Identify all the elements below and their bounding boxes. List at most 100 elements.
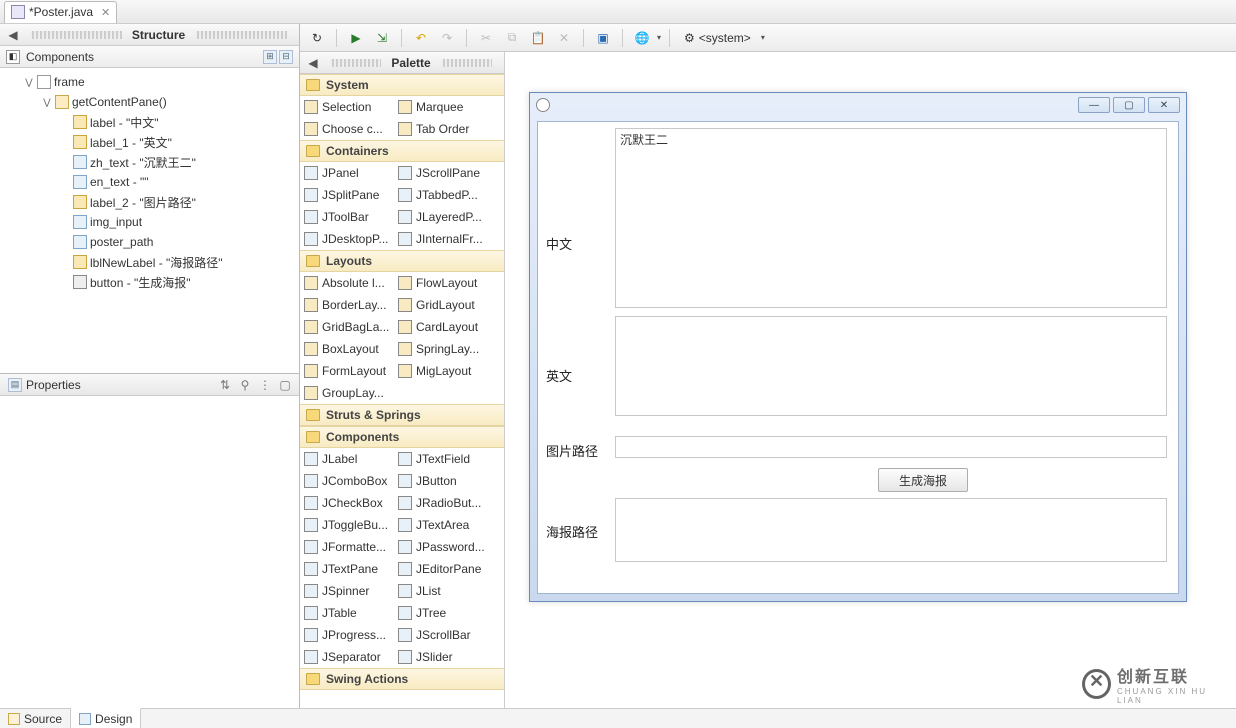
palette-item[interactable]: JScrollBar <box>394 624 488 646</box>
content-pane[interactable]: 沉默王二 中文 英文 图片路径 生成海报 海报路径 <box>537 121 1179 594</box>
palette-item[interactable]: JFormatte... <box>300 536 394 558</box>
tree-node[interactable]: ⋁getContentPane() <box>0 92 299 112</box>
palette-item[interactable]: BorderLay... <box>300 294 394 316</box>
paste-button[interactable]: 📋 <box>527 27 549 49</box>
delete-button[interactable]: ✕ <box>553 27 575 49</box>
poster-path-area[interactable] <box>615 498 1167 562</box>
globe-dropdown-icon[interactable]: ▾ <box>657 33 661 42</box>
jframe-titlebar[interactable]: — ▢ ✕ <box>530 93 1186 117</box>
tree-node[interactable]: label - "中文" <box>0 112 299 132</box>
palette-item[interactable]: JSeparator <box>300 646 394 668</box>
palette-item[interactable]: BoxLayout <box>300 338 394 360</box>
palette-item[interactable]: MigLayout <box>394 360 488 382</box>
palette-category-header[interactable]: System <box>300 74 504 96</box>
component-tree[interactable]: ⋁frame⋁getContentPane()label - "中文"label… <box>0 68 299 373</box>
palette-item[interactable]: JTextPane <box>300 558 394 580</box>
undo-button[interactable]: ↶ <box>410 27 432 49</box>
close-button[interactable]: ✕ <box>1148 97 1180 113</box>
generate-button[interactable]: 生成海报 <box>878 468 968 492</box>
externalize-button[interactable]: ⇲ <box>371 27 393 49</box>
redo-button[interactable]: ↷ <box>436 27 458 49</box>
tree-node[interactable]: lblNewLabel - "海报路径" <box>0 252 299 272</box>
palette-category-header[interactable]: Struts & Springs <box>300 404 504 426</box>
palette-item[interactable]: JList <box>394 580 488 602</box>
palette-item[interactable]: JSplitPane <box>300 184 394 206</box>
palette-category-header[interactable]: Components <box>300 426 504 448</box>
props-filter-button[interactable]: ⚲ <box>237 377 253 393</box>
expand-all-button[interactable]: ⊞ <box>263 50 277 64</box>
palette-item[interactable]: JTextArea <box>394 514 488 536</box>
palette-item[interactable]: JToolBar <box>300 206 394 228</box>
palette-item[interactable]: JCheckBox <box>300 492 394 514</box>
palette-item[interactable]: JRadioBut... <box>394 492 488 514</box>
laf-select[interactable]: ⚙ <system> <box>678 29 757 47</box>
close-icon[interactable]: ✕ <box>101 6 110 19</box>
tree-node[interactable]: zh_text - "沉默王二" <box>0 152 299 172</box>
globe-button[interactable]: 🌐 <box>631 27 653 49</box>
palette-item[interactable]: JEditorPane <box>394 558 488 580</box>
palette-item[interactable]: GroupLay... <box>300 382 394 404</box>
palette-item[interactable]: JToggleBu... <box>300 514 394 536</box>
palette-item[interactable]: JLabel <box>300 448 394 470</box>
palette-item[interactable]: JPanel <box>300 162 394 184</box>
design-canvas[interactable]: — ▢ ✕ 沉默王二 中文 英文 图片路径 <box>505 52 1236 708</box>
refresh-button[interactable]: ↻ <box>306 27 328 49</box>
palette-item[interactable]: JSpinner <box>300 580 394 602</box>
palette-item[interactable]: JSlider <box>394 646 488 668</box>
collapse-left-icon[interactable]: ◀ <box>6 28 20 42</box>
file-tab[interactable]: *Poster.java ✕ <box>4 1 117 23</box>
zh-text-area[interactable]: 沉默王二 <box>615 128 1167 308</box>
palette-category-header[interactable]: Containers <box>300 140 504 162</box>
tree-node[interactable]: label_2 - "图片路径" <box>0 192 299 212</box>
palette-item[interactable]: Selection <box>300 96 394 118</box>
test-button[interactable]: ▶ <box>345 27 367 49</box>
palette-item[interactable]: FormLayout <box>300 360 394 382</box>
props-sort-button[interactable]: ⇅ <box>217 377 233 393</box>
expander-icon[interactable]: ⋁ <box>24 77 34 88</box>
palette-item[interactable]: Tab Order <box>394 118 488 140</box>
palette-item[interactable]: SpringLay... <box>394 338 488 360</box>
tab-design[interactable]: Design <box>71 708 141 728</box>
tree-node[interactable]: img_input <box>0 212 299 232</box>
collapse-all-button[interactable]: ⊟ <box>279 50 293 64</box>
palette-item[interactable]: Choose c... <box>300 118 394 140</box>
palette-item[interactable]: FlowLayout <box>394 272 488 294</box>
en-text-area[interactable] <box>615 316 1167 416</box>
palette-category-header[interactable]: Layouts <box>300 250 504 272</box>
tree-node[interactable]: poster_path <box>0 232 299 252</box>
palette-item[interactable]: Absolute l... <box>300 272 394 294</box>
tree-node[interactable]: en_text - "" <box>0 172 299 192</box>
palette-item[interactable]: CardLayout <box>394 316 488 338</box>
palette-item[interactable]: JInternalFr... <box>394 228 488 250</box>
palette-item[interactable]: Marquee <box>394 96 488 118</box>
palette-item[interactable]: JButton <box>394 470 488 492</box>
palette-item[interactable]: JDesktopP... <box>300 228 394 250</box>
palette-item[interactable]: JTree <box>394 602 488 624</box>
laf-dropdown-icon[interactable]: ▾ <box>761 33 765 42</box>
palette-item[interactable]: JProgress... <box>300 624 394 646</box>
preview-button[interactable]: ▣ <box>592 27 614 49</box>
palette-item[interactable]: GridLayout <box>394 294 488 316</box>
cut-button[interactable]: ✂ <box>475 27 497 49</box>
palette-item[interactable]: JScrollPane <box>394 162 488 184</box>
palette-item[interactable]: JTextField <box>394 448 488 470</box>
palette-item[interactable]: JPassword... <box>394 536 488 558</box>
expander-icon[interactable]: ⋁ <box>42 97 52 108</box>
palette-item[interactable]: JTabbedP... <box>394 184 488 206</box>
tree-node[interactable]: label_1 - "英文" <box>0 132 299 152</box>
palette-item[interactable]: GridBagLa... <box>300 316 394 338</box>
tab-source[interactable]: Source <box>0 709 71 728</box>
palette-collapse-icon[interactable]: ◀ <box>306 56 320 70</box>
jframe-preview[interactable]: — ▢ ✕ 沉默王二 中文 英文 图片路径 <box>529 92 1187 602</box>
maximize-button[interactable]: ▢ <box>1113 97 1145 113</box>
props-advanced-button[interactable]: ⋮ <box>257 377 273 393</box>
palette-item[interactable]: JTable <box>300 602 394 624</box>
tree-node[interactable]: button - "生成海报" <box>0 272 299 292</box>
palette-category-header[interactable]: Swing Actions <box>300 668 504 690</box>
palette-body[interactable]: SystemSelectionMarqueeChoose c...Tab Ord… <box>300 74 504 708</box>
palette-item[interactable]: JComboBox <box>300 470 394 492</box>
tree-node[interactable]: ⋁frame <box>0 72 299 92</box>
img-input[interactable] <box>615 436 1167 458</box>
copy-button[interactable]: ⧉ <box>501 27 523 49</box>
props-toggle-button[interactable]: ▢ <box>277 377 293 393</box>
